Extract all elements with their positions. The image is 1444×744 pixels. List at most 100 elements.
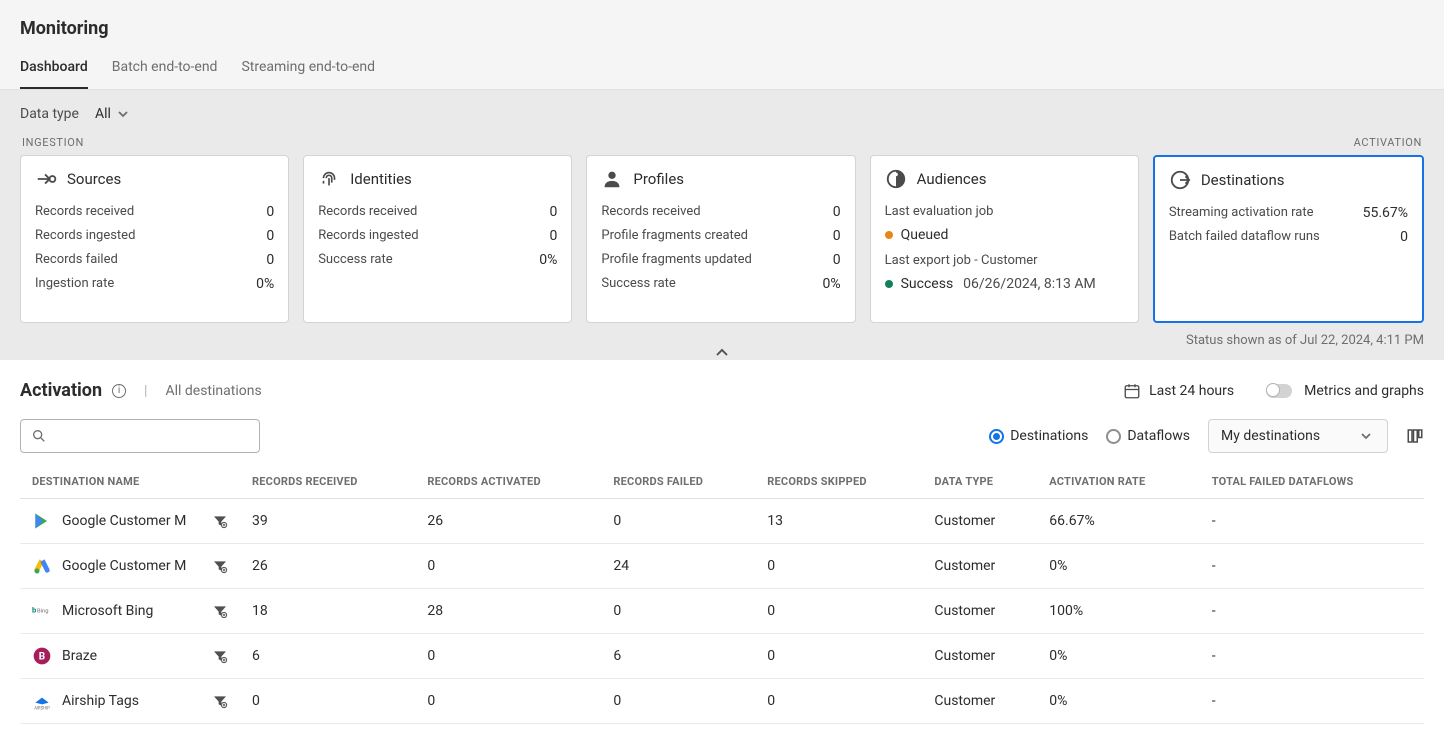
info-icon[interactable]: i <box>112 384 126 398</box>
destination-logo-icon <box>32 556 52 576</box>
destination-logo-icon <box>32 511 52 531</box>
destination-name: Google Customer M <box>62 513 202 529</box>
card-identities-title: Identities <box>350 170 412 188</box>
sources-records-received-value: 0 <box>266 204 274 220</box>
svg-text:Bing: Bing <box>37 609 49 615</box>
card-profiles[interactable]: Profiles Records received0 Profile fragm… <box>586 155 855 323</box>
tabs: Dashboard Batch end-to-end Streaming end… <box>20 59 1424 89</box>
metrics-toggle[interactable] <box>1266 384 1292 398</box>
profiles-fragments-created-label: Profile fragments created <box>601 228 748 244</box>
cell-activated: 0 <box>415 679 601 724</box>
cell-failed: 0 <box>601 679 755 724</box>
th-activated[interactable]: RECORDS ACTIVATED <box>415 465 601 499</box>
table-row[interactable]: bBingMicrosoft Bing182800Customer100%- <box>20 589 1424 634</box>
table-row[interactable]: BBraze6060Customer0%- <box>20 634 1424 679</box>
all-destinations-link[interactable]: All destinations <box>165 383 261 399</box>
cell-total-failed: - <box>1200 499 1424 544</box>
th-skipped[interactable]: RECORDS SKIPPED <box>755 465 922 499</box>
card-destinations[interactable]: Destinations Streaming activation rate55… <box>1153 155 1424 323</box>
filter-add-icon[interactable] <box>212 513 228 529</box>
cell-activated: 26 <box>415 499 601 544</box>
filter-add-icon[interactable] <box>212 558 228 574</box>
radio-destinations-label: Destinations <box>1010 428 1088 444</box>
status-dot-success <box>885 280 893 288</box>
sources-icon <box>35 168 57 190</box>
destinations-dropdown[interactable]: My destinations <box>1208 419 1388 453</box>
th-rate[interactable]: ACTIVATION RATE <box>1037 465 1199 499</box>
data-type-select[interactable]: All <box>95 106 129 122</box>
destinations-icon <box>1169 169 1191 191</box>
sources-records-received-label: Records received <box>35 204 134 220</box>
audiences-success: Success <box>901 276 954 292</box>
audiences-last-eval-label: Last evaluation job <box>885 204 1124 219</box>
collapse-icon[interactable] <box>713 344 731 362</box>
cell-skipped: 0 <box>755 589 922 634</box>
sources-records-failed-label: Records failed <box>35 252 118 268</box>
radio-dataflows[interactable]: Dataflows <box>1106 428 1190 444</box>
cell-received: 6 <box>240 634 415 679</box>
radio-dataflows-indicator <box>1106 429 1121 444</box>
cell-failed: 6 <box>601 634 755 679</box>
cell-activated: 0 <box>415 634 601 679</box>
card-profiles-title: Profiles <box>633 170 684 188</box>
audiences-icon <box>885 168 907 190</box>
search-icon <box>31 428 47 444</box>
cell-data-type: Customer <box>922 544 1037 589</box>
page-title: Monitoring <box>20 18 1424 39</box>
tab-dashboard[interactable]: Dashboard <box>20 59 88 89</box>
destination-logo-icon: AIRSHIP <box>32 691 52 711</box>
identities-records-received-value: 0 <box>550 204 558 220</box>
cell-total-failed: - <box>1200 589 1424 634</box>
th-failed[interactable]: RECORDS FAILED <box>601 465 755 499</box>
audiences-last-export-label: Last export job - Customer <box>885 253 1124 268</box>
card-identities[interactable]: Identities Records received0 Records ing… <box>303 155 572 323</box>
column-settings-button[interactable] <box>1406 427 1424 445</box>
tab-batch-end-to-end[interactable]: Batch end-to-end <box>112 59 218 89</box>
th-name[interactable]: DESTINATION NAME <box>20 465 240 499</box>
card-sources[interactable]: Sources Records received0 Records ingest… <box>20 155 289 323</box>
filter-add-icon[interactable] <box>212 693 228 709</box>
cell-skipped: 0 <box>755 544 922 589</box>
cell-failed: 24 <box>601 544 755 589</box>
destinations-dropdown-value: My destinations <box>1221 428 1320 444</box>
svg-text:b: b <box>32 606 36 615</box>
tab-streaming-end-to-end[interactable]: Streaming end-to-end <box>241 59 375 89</box>
table-row[interactable]: AIRSHIPAirship Tags0000Customer0%- <box>20 679 1424 724</box>
time-range-picker[interactable]: Last 24 hours <box>1123 382 1234 400</box>
th-received[interactable]: RECORDS RECEIVED <box>240 465 415 499</box>
filter-add-icon[interactable] <box>212 603 228 619</box>
destination-name: Microsoft Bing <box>62 603 202 619</box>
destinations-batch-failed-value: 0 <box>1400 229 1408 245</box>
cell-total-failed: - <box>1200 634 1424 679</box>
svg-text:B: B <box>39 651 45 662</box>
radio-destinations-indicator <box>989 429 1004 444</box>
identities-records-ingested-label: Records ingested <box>318 228 418 244</box>
cell-data-type: Customer <box>922 634 1037 679</box>
table-row[interactable]: Google Customer M260240Customer0%- <box>20 544 1424 589</box>
cell-received: 18 <box>240 589 415 634</box>
profiles-success-rate-label: Success rate <box>601 276 675 292</box>
cell-skipped: 13 <box>755 499 922 544</box>
profiles-fragments-updated-label: Profile fragments updated <box>601 252 751 268</box>
search-input-wrapper <box>20 419 260 453</box>
th-total-failed[interactable]: TOTAL FAILED DATAFLOWS <box>1200 465 1424 499</box>
destination-logo-icon: bBing <box>32 601 52 621</box>
cell-data-type: Customer <box>922 589 1037 634</box>
cell-data-type: Customer <box>922 499 1037 544</box>
sources-ingestion-rate-label: Ingestion rate <box>35 276 114 292</box>
svg-text:AIRSHIP: AIRSHIP <box>34 706 50 711</box>
table-row[interactable]: Google Customer M3926013Customer66.67%- <box>20 499 1424 544</box>
cell-activated: 0 <box>415 544 601 589</box>
cell-activated: 28 <box>415 589 601 634</box>
cell-skipped: 0 <box>755 679 922 724</box>
radio-destinations[interactable]: Destinations <box>989 428 1088 444</box>
filter-add-icon[interactable] <box>212 648 228 664</box>
th-data-type[interactable]: DATA TYPE <box>922 465 1037 499</box>
search-input[interactable] <box>55 428 249 444</box>
card-audiences[interactable]: Audiences Last evaluation job Queued Las… <box>870 155 1139 323</box>
sources-ingestion-rate-value: 0% <box>256 276 274 292</box>
audiences-success-timestamp: 06/26/2024, 8:13 AM <box>963 276 1096 292</box>
cell-skipped: 0 <box>755 634 922 679</box>
identities-success-rate-value: 0% <box>539 252 557 268</box>
cell-rate: 100% <box>1037 589 1199 634</box>
